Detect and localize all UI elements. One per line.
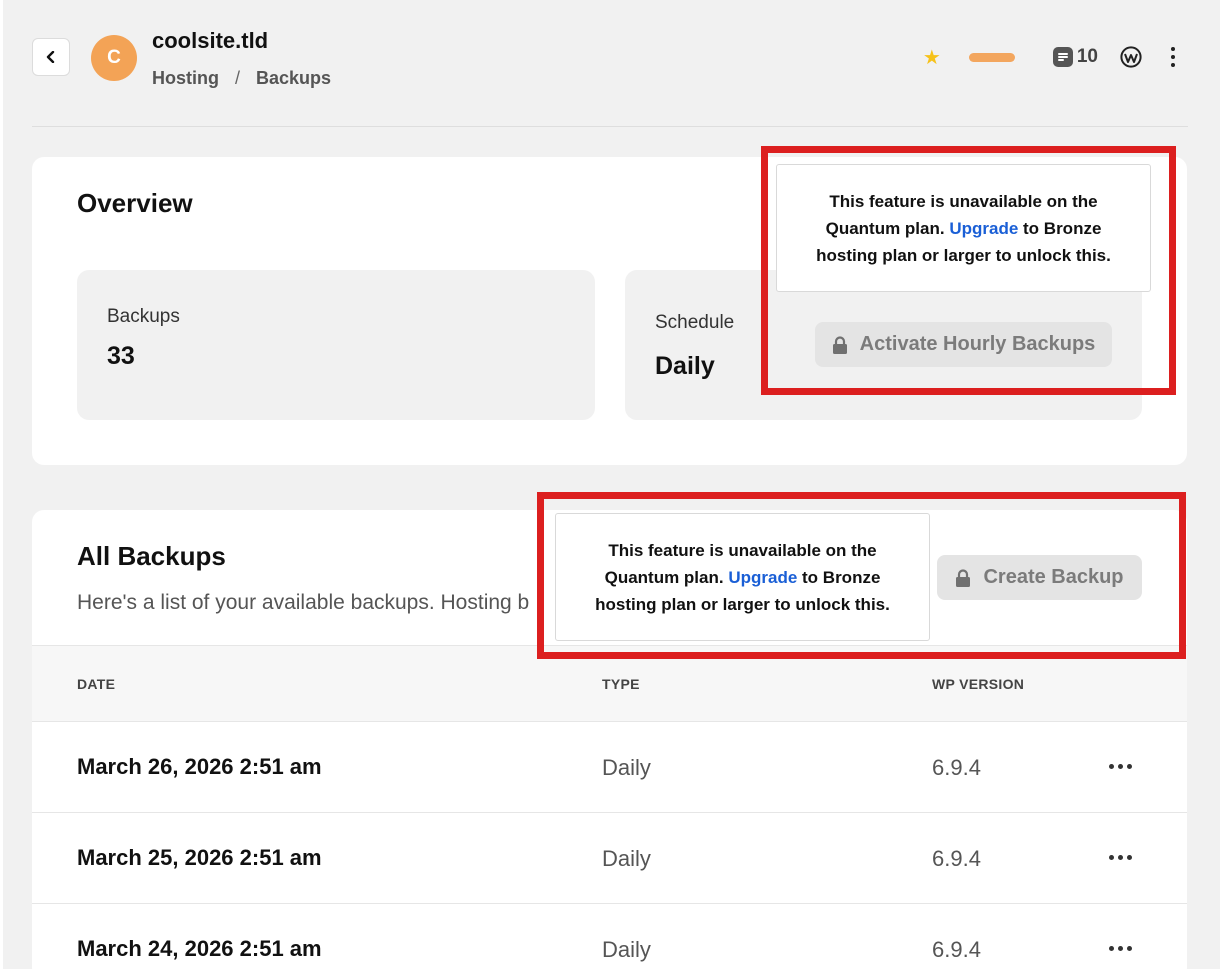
table-row: March 24, 2026 2:51 am Daily 6.9.4 bbox=[32, 904, 1187, 969]
activate-hourly-backups-label: Activate Hourly Backups bbox=[859, 333, 1096, 355]
create-backup-label: Create Backup bbox=[983, 566, 1124, 588]
site-avatar: C bbox=[91, 35, 137, 81]
row-more-icon[interactable] bbox=[1109, 764, 1132, 769]
table-row: March 25, 2026 2:51 am Daily 6.9.4 bbox=[32, 813, 1187, 904]
breadcrumb-backups: Backups bbox=[256, 68, 332, 88]
row-more-icon[interactable] bbox=[1109, 855, 1132, 860]
tooltip-text: This feature is unavailable on the Quant… bbox=[574, 537, 911, 618]
count-value: 10 bbox=[1076, 46, 1098, 67]
overview-title: Overview bbox=[77, 188, 193, 218]
backup-date: March 24, 2026 2:51 am bbox=[77, 936, 322, 961]
table-header: DATE TYPE WP VERSION bbox=[32, 645, 1187, 722]
breadcrumb-separator: / bbox=[235, 68, 241, 88]
upgrade-link[interactable]: Upgrade bbox=[728, 568, 797, 587]
backups-stat-box: Backups 33 bbox=[77, 270, 595, 420]
backup-wp-version: 6.9.4 bbox=[932, 755, 981, 780]
row-more-icon[interactable] bbox=[1109, 946, 1132, 951]
breadcrumb-hosting[interactable]: Hosting bbox=[152, 68, 219, 89]
backup-type: Daily bbox=[602, 937, 651, 962]
back-button[interactable] bbox=[32, 38, 70, 76]
upgrade-tooltip-backups: This feature is unavailable on the Quant… bbox=[555, 513, 930, 641]
column-header-wp-version: WP VERSION bbox=[932, 676, 1025, 692]
kebab-menu-icon[interactable] bbox=[1170, 47, 1176, 67]
page-left-edge bbox=[0, 0, 3, 969]
backups-stat-label: Backups bbox=[107, 306, 180, 327]
lock-icon bbox=[956, 568, 971, 587]
backup-type: Daily bbox=[602, 755, 651, 780]
column-header-type: TYPE bbox=[602, 676, 640, 692]
count-badge[interactable]: 10 bbox=[1052, 46, 1098, 68]
wordpress-icon[interactable] bbox=[1120, 46, 1142, 68]
site-name: coolsite.tld bbox=[152, 28, 269, 53]
schedule-stat-value: Daily bbox=[655, 352, 715, 380]
upgrade-link[interactable]: Upgrade bbox=[949, 219, 1018, 238]
document-icon bbox=[1052, 47, 1073, 67]
backup-date: March 26, 2026 2:51 am bbox=[77, 754, 322, 779]
backup-type: Daily bbox=[602, 846, 651, 871]
column-header-date: DATE bbox=[77, 676, 116, 692]
star-icon[interactable]: ★ bbox=[923, 45, 941, 70]
upgrade-tooltip-overview: This feature is unavailable on the Quant… bbox=[776, 164, 1151, 292]
status-pill bbox=[968, 52, 1015, 62]
header-actions: ★ 10 bbox=[923, 42, 1176, 72]
backup-wp-version: 6.9.4 bbox=[932, 846, 981, 871]
backup-date: March 25, 2026 2:51 am bbox=[77, 845, 322, 870]
schedule-stat-label: Schedule bbox=[655, 312, 735, 333]
lock-icon bbox=[832, 335, 847, 354]
back-chevron-icon bbox=[46, 51, 55, 63]
all-backups-title: All Backups bbox=[77, 541, 226, 571]
create-backup-button[interactable]: Create Backup bbox=[937, 555, 1142, 600]
tooltip-text: This feature is unavailable on the Quant… bbox=[795, 188, 1132, 269]
backups-stat-value: 33 bbox=[107, 342, 135, 370]
backup-wp-version: 6.9.4 bbox=[932, 937, 981, 962]
activate-hourly-backups-button[interactable]: Activate Hourly Backups bbox=[815, 322, 1112, 367]
table-row: March 26, 2026 2:51 am Daily 6.9.4 bbox=[32, 722, 1187, 813]
site-header: C coolsite.tld Hosting / Backups ★ 10 bbox=[32, 22, 1188, 127]
all-backups-subtitle: Here's a list of your available backups.… bbox=[77, 591, 530, 614]
breadcrumb: Hosting / Backups bbox=[152, 68, 331, 89]
